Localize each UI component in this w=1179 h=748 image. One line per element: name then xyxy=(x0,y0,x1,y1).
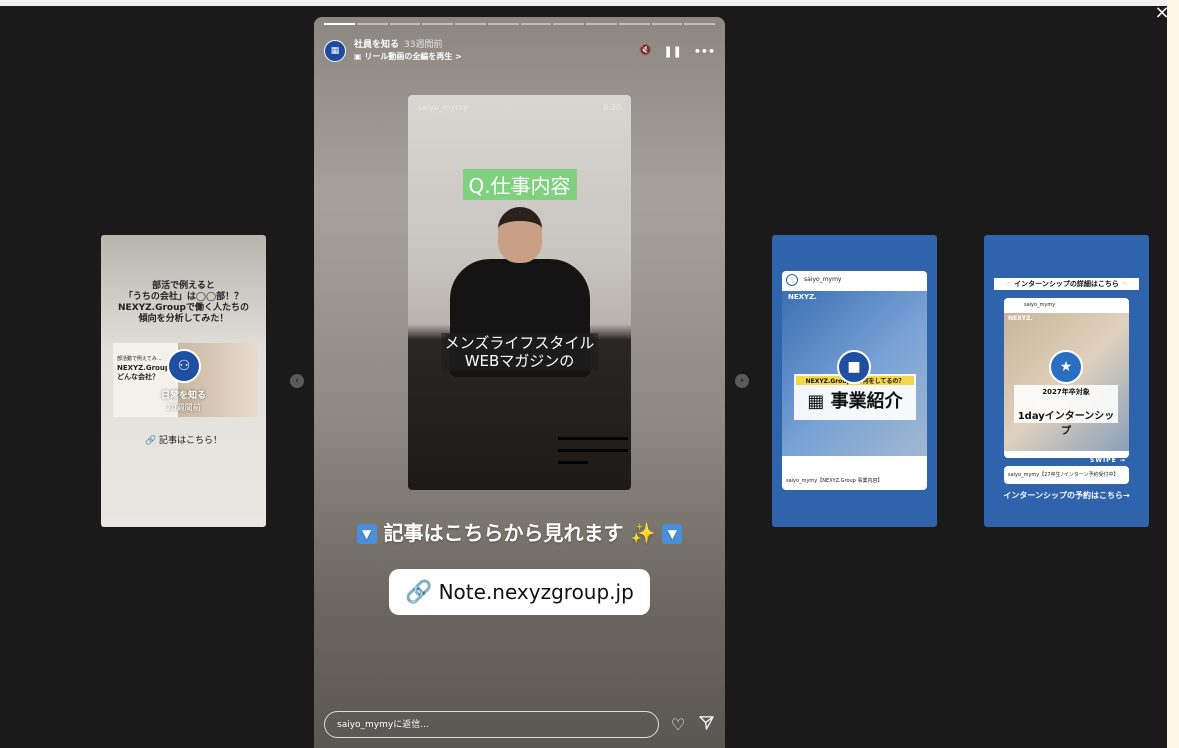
post-account: saiyo_mymy xyxy=(804,276,842,283)
active-story[interactable]: ▦ 社員を知る 33週間前 ▣ リール動画の全編を再生 > 🔇 ❚❚ ••• s… xyxy=(314,17,725,748)
people-icon: ⚇ xyxy=(167,349,201,383)
video-watermark: saiyo_mymy xyxy=(418,103,468,112)
thumb-text-line: どんな会社？ xyxy=(117,373,159,381)
link-sticker-text: Note.nexyzgroup.jp xyxy=(438,580,634,604)
highlight-label: 日常を知る 20週間前 xyxy=(101,391,266,413)
banner-text: インターンシップの詳細はこちら xyxy=(1014,280,1119,288)
post-avatar xyxy=(786,274,798,286)
headline-line: 部活で例えると xyxy=(152,281,215,291)
down-triangle-icon: ▼ xyxy=(662,524,683,544)
avatar[interactable]: ▦ xyxy=(324,40,346,62)
banner: ☞ インターンシップの詳細はこちら ☜ xyxy=(994,278,1139,290)
cta-text: 記事はこちらから見れます xyxy=(383,521,624,545)
prev-story-card[interactable]: 部活で例えると 「うちの会社」は◯◯部！？ NEXYZ.Groupで働く人たちの… xyxy=(101,235,266,527)
reel-link[interactable]: ▣ リール動画の全編を再生 > xyxy=(354,51,462,62)
label-line: 1dayインターンシップ xyxy=(1017,411,1115,437)
thumb-text-line: NEXYZ.Group xyxy=(117,364,170,372)
highlight-name: 事業紹介 xyxy=(830,391,903,412)
label-line: 2027年卒対象 xyxy=(1042,388,1090,396)
highlight-label-box: 2027年卒対象 1dayインターンシップ xyxy=(1014,385,1118,437)
briefcase-icon: ■ xyxy=(837,350,871,384)
close-button[interactable]: × xyxy=(1153,4,1171,22)
story-time: 33週間前 xyxy=(404,40,443,50)
story-header: ▦ 社員を知る 33週間前 ▣ リール動画の全編を再生 > 🔇 ❚❚ ••• xyxy=(324,37,715,65)
headline-line: 「うちの会社」は◯◯部！？ xyxy=(123,292,244,302)
subtitle-line: WEBマガジンの xyxy=(444,352,595,370)
reel-link-text: リール動画の全編を再生 > xyxy=(364,52,462,61)
next-story-button[interactable]: › xyxy=(735,374,749,388)
video-timecode: 0:20 xyxy=(603,103,621,112)
reply-bar: ♡ xyxy=(324,711,715,738)
running-person-icon: ★ xyxy=(1049,350,1083,384)
thumb-text-line: 部活動で例えてみ… xyxy=(117,356,162,362)
prev-story-link-text: 記事はこちら！ xyxy=(159,436,223,446)
post-caption: saiyo_mymy【27卒生♪インターン予約受付中】 xyxy=(1008,472,1119,478)
question-label: Q.仕事内容 xyxy=(462,169,577,200)
swipe-label: SWIPE → xyxy=(876,461,917,469)
heart-icon[interactable]: ♡ xyxy=(669,715,687,734)
hand-icon: ☜ xyxy=(1121,280,1128,288)
prev-story-headline: 部活で例えると 「うちの会社」は◯◯部！？ NEXYZ.Groupで働く人たちの… xyxy=(101,281,266,325)
headline-line: 傾向を分析してみた！ xyxy=(138,314,229,324)
subtitle-line: メンズライフスタイル xyxy=(444,334,595,352)
hand-icon: ☞ xyxy=(1005,280,1012,288)
swipe-label: SWIPE → xyxy=(1090,457,1126,464)
headline-line: NEXYZ.Groupで働く人たちの xyxy=(118,303,249,313)
send-icon[interactable] xyxy=(697,715,715,734)
brand-text: NEXYZ. xyxy=(788,293,817,301)
link-icon: 🔗 xyxy=(405,579,433,605)
sparkles-icon: ✨ xyxy=(630,521,656,545)
next-story-card[interactable]: saiyo_mymy NEXYZ. NEXYZ.Groupって何をしてるの？ ▦… xyxy=(772,235,937,527)
building-icon: ▦ xyxy=(807,391,825,412)
post-caption-panel: saiyo_mymy【27卒生♪インターン予約受付中】 xyxy=(1004,466,1129,484)
internship-link[interactable]: インターンシップの予約はこちら→ xyxy=(984,490,1149,501)
highlight-name: 日常を知る xyxy=(160,391,206,401)
link-icon: 🔗 xyxy=(144,436,157,446)
next-story-card-2[interactable]: ☞ インターンシップの詳細はこちら ☜ saiyo_mymy NEXYZ. 20… xyxy=(984,235,1149,527)
background-page-edge xyxy=(1167,0,1179,748)
down-triangle-icon: ▼ xyxy=(356,524,377,544)
story-progress-bar xyxy=(324,23,715,25)
story-cta-text: ▼ 記事はこちらから見れます ✨ ▼ xyxy=(314,517,725,546)
account-name[interactable]: 社員を知る xyxy=(354,40,399,51)
reel-icon: ▣ xyxy=(354,52,362,61)
pause-icon[interactable]: ❚❚ xyxy=(663,45,681,58)
reply-input[interactable] xyxy=(324,711,659,738)
post-account: saiyo_mymy xyxy=(1024,302,1056,308)
previous-story-button[interactable]: ‹ xyxy=(290,374,304,388)
post-caption-panel: saiyo_mymy【NEXYZ.Group 事業内容】 xyxy=(782,472,927,490)
post-caption: saiyo_mymy【NEXYZ.Group 事業内容】 xyxy=(786,478,883,484)
highlight-time: 20週間前 xyxy=(166,403,201,412)
link-sticker[interactable]: 🔗 Note.nexyzgroup.jp xyxy=(389,569,650,615)
story-video[interactable]: saiyo_mymy 0:20 Q.仕事内容 メンズライフスタイル WEBマガジ… xyxy=(408,95,631,490)
more-options-icon[interactable]: ••• xyxy=(694,45,715,58)
mute-icon[interactable]: 🔇 xyxy=(639,45,651,58)
brand-text: NEXYZ. xyxy=(1008,315,1033,322)
prev-story-link: 🔗 記事はこちら！ xyxy=(101,433,266,446)
desk-decoration xyxy=(558,437,628,473)
video-subtitle: メンズライフスタイル WEBマガジンの xyxy=(440,333,599,371)
